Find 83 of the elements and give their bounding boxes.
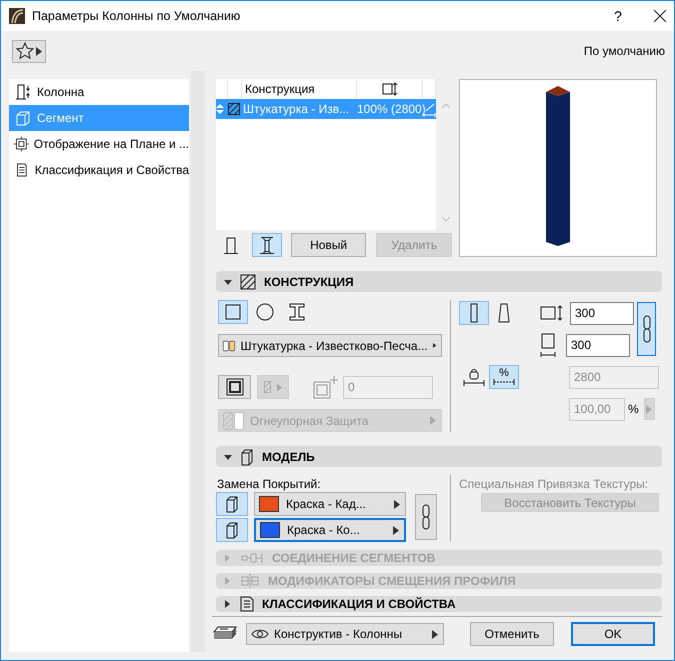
link-surfaces-button[interactable] — [415, 494, 437, 540]
sidebar-item[interactable]: Классификация и Свойства — [9, 157, 189, 183]
caret-icon — [276, 382, 282, 392]
caret-icon — [646, 404, 652, 414]
hatch-icon — [228, 103, 240, 115]
document-icon — [240, 596, 254, 612]
core-icon — [226, 378, 244, 396]
surface-toggle[interactable] — [216, 518, 248, 542]
joint-icon — [240, 551, 264, 565]
hatch-icon — [264, 380, 271, 394]
app-logo — [9, 8, 25, 24]
caret-icon — [394, 500, 400, 508]
slant-toggle[interactable] — [459, 301, 489, 325]
width-icon — [540, 305, 564, 321]
capital-column-icon — [258, 236, 275, 254]
surface-offset-icon — [313, 375, 339, 399]
overrides-label: Замена Покрытий: — [217, 476, 322, 492]
dimension-icon — [493, 378, 515, 386]
window-title: Параметры Колонны по Умолчанию — [32, 9, 242, 23]
cube-icon — [225, 521, 239, 539]
table-cell: 100% (2800) — [357, 102, 423, 116]
cube-icon — [225, 495, 239, 513]
chain-icon — [422, 503, 430, 531]
offset-icon — [240, 573, 260, 589]
chain-icon — [642, 314, 652, 344]
layer-dropdown[interactable]: Конструктив - Колонны — [246, 623, 444, 645]
lock-icon — [463, 367, 485, 387]
plan-icon — [14, 135, 29, 153]
caret-icon — [430, 416, 436, 425]
eye-icon — [251, 628, 269, 640]
slant-icon — [423, 102, 436, 116]
surface-dropdown[interactable]: Краска - Кад... — [254, 492, 406, 516]
width-field[interactable]: 300 — [570, 302, 634, 324]
table-cell-text: Штукатурка - Изв... — [242, 102, 350, 116]
plain-column-icon — [222, 236, 239, 254]
cube-icon — [240, 448, 254, 466]
sidebar-item[interactable]: Отображение на Плане и ... — [9, 131, 189, 157]
section-title: СОЕДИНЕНИЕ СЕГМЕНТОВ — [272, 551, 436, 565]
link-toggle[interactable] — [637, 302, 656, 356]
section-title: МОДИФИКАТОРЫ СМЕЩЕНИЯ ПРОФИЛЯ — [268, 574, 516, 588]
segment-type-toggle[interactable] — [252, 233, 282, 257]
star-icon — [16, 42, 34, 60]
shape-toggle[interactable] — [218, 300, 248, 324]
depth-icon — [540, 333, 556, 357]
caret-icon — [432, 630, 438, 638]
fire-protection-swatch-icon — [223, 412, 245, 430]
scroll-up-icon — [442, 103, 450, 108]
scroll-down-icon — [442, 217, 450, 222]
unit-label: % — [628, 402, 639, 416]
section-title: МОДЕЛЬ — [262, 450, 315, 464]
preset-label: По умолчанию — [584, 44, 665, 58]
depth-field[interactable]: 300 — [566, 334, 630, 356]
texture-label: Специальная Привязка Текстуры: — [459, 476, 650, 492]
rectangle-icon — [225, 304, 241, 320]
sidebar-item[interactable]: Колонна — [9, 79, 189, 105]
close-icon — [654, 10, 666, 22]
hatch-icon — [240, 274, 256, 290]
surface-toggle[interactable] — [216, 492, 248, 516]
section-header[interactable]: МОДЕЛЬ — [216, 446, 662, 467]
cancel-button[interactable]: Отменить — [470, 622, 554, 646]
column-icon — [14, 83, 32, 101]
drag-handle-icon — [216, 103, 224, 115]
caret-icon — [432, 341, 436, 350]
circle-icon — [256, 303, 274, 321]
favorites-button[interactable] — [12, 40, 46, 62]
caret-icon — [36, 46, 42, 56]
straight-column-icon — [469, 303, 479, 323]
caret-icon — [393, 526, 399, 534]
section-header[interactable]: КЛАССИФИКАЦИЯ И СВОЙСТВА — [216, 596, 662, 612]
ok-button[interactable]: OK — [571, 622, 655, 646]
i-beam-icon — [289, 303, 305, 321]
help-button[interactable]: ? — [603, 8, 633, 24]
section-title: КОНСТРУКЦИЯ — [264, 274, 354, 288]
section-title: КЛАССИФИКАЦИЯ И СВОЙСТВА — [262, 597, 456, 611]
new-button[interactable]: Новый — [290, 233, 366, 257]
surface-dropdown[interactable]: Краска - Ко... — [254, 518, 406, 542]
cube-icon — [14, 109, 32, 127]
height-icon — [382, 82, 398, 96]
core-button[interactable] — [218, 375, 251, 399]
material-dropdown[interactable]: Штукатурка - Известково-Песча... — [218, 334, 442, 357]
tapered-column-icon — [498, 303, 510, 323]
section-header[interactable]: КОНСТРУКЦИЯ — [216, 271, 662, 292]
percent-toggle[interactable]: % — [489, 365, 519, 389]
